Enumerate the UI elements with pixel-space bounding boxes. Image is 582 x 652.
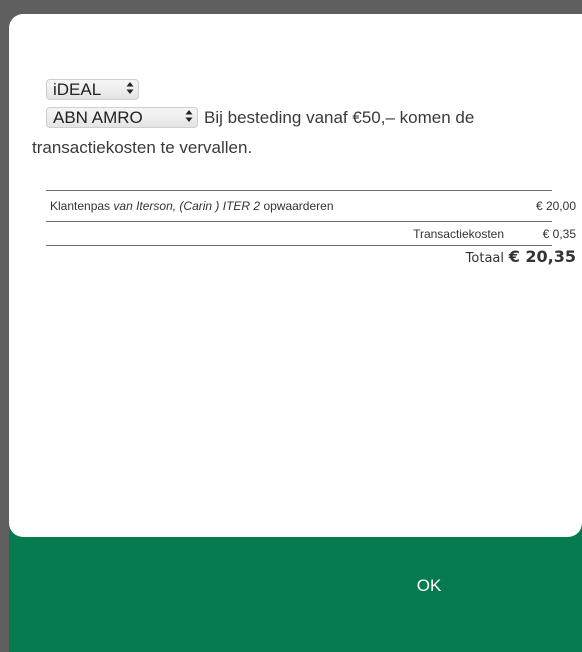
item-prefix: Klantenpas [50,199,114,213]
total-label: Totaal [465,251,504,266]
payment-dialog: iDEAL ABN AMRO Bij besteding vanaf €50,–… [9,14,582,652]
dialog-content: iDEAL ABN AMRO Bij besteding vanaf €50,–… [9,14,582,537]
updown-arrows-icon [126,80,134,95]
table-top-divider [46,190,552,191]
order-item-amount: € 20,00 [535,199,576,213]
fee-label: Transactiekosten [413,227,504,241]
fee-amount: € 0,35 [542,227,576,241]
table-total-divider [46,245,552,246]
payment-method-select[interactable]: iDEAL [46,79,139,100]
updown-arrows-icon [185,108,193,123]
ok-button[interactable]: OK [389,572,469,600]
item-suffix: opwaarderen [260,199,334,213]
bank-select[interactable]: ABN AMRO [46,107,198,128]
transaction-fee-notice-continued: transactiekosten te vervallen. [32,138,253,157]
bank-value: ABN AMRO [53,108,143,127]
order-item-description: Klantenpas van Iterson, (Carin ) ITER 2 … [50,199,334,213]
total-amount: € 20,35 [508,247,576,266]
payment-method-value: iDEAL [53,80,102,99]
table-row-divider [46,221,552,222]
transaction-fee-notice: Bij besteding vanaf €50,– komen de [204,108,475,127]
item-customer-name: van Iterson, (Carin ) ITER 2 [113,199,261,213]
